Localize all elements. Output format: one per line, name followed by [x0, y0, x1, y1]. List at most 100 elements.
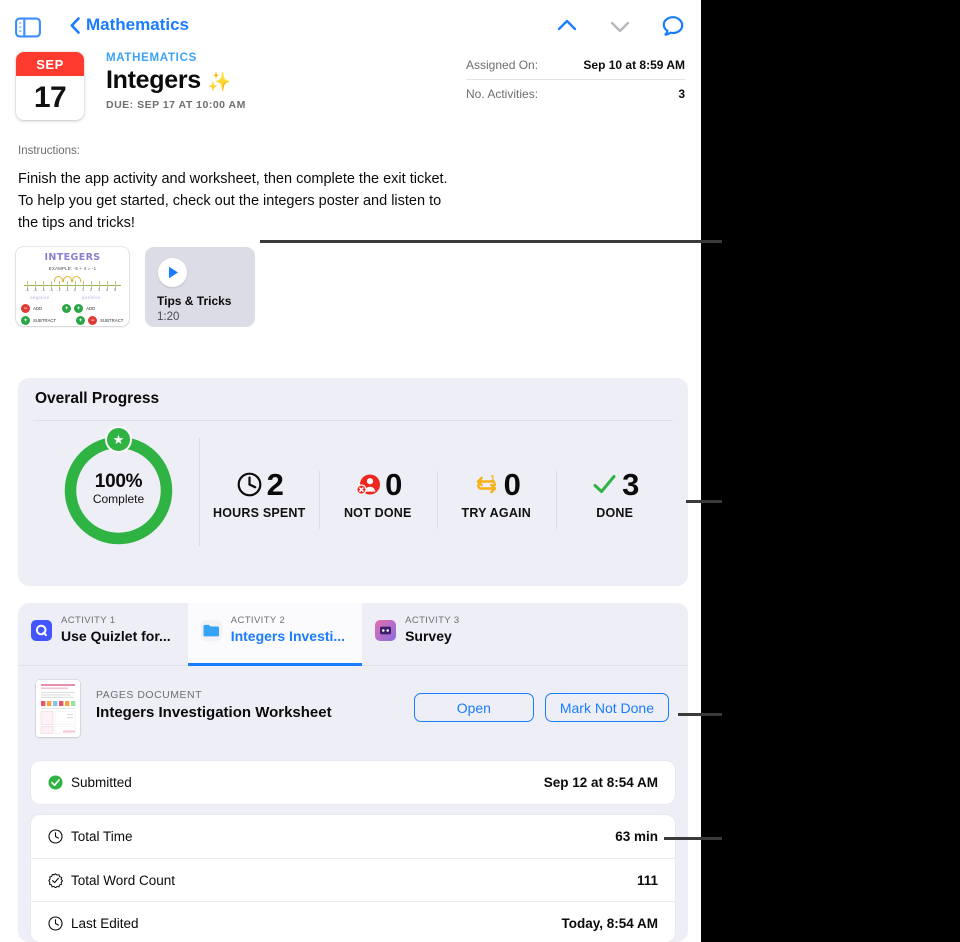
- minus-pill-icon: −: [88, 316, 98, 325]
- detail-label: Total Time: [71, 829, 133, 844]
- due-day: 17: [33, 81, 67, 114]
- tab-title: Survey: [405, 628, 452, 644]
- info-value: 3: [678, 87, 685, 101]
- plus-pill-icon: +: [62, 304, 72, 313]
- document-actions: Open Mark Not Done: [413, 693, 669, 722]
- detail-left: Total Word Count: [48, 873, 175, 888]
- due-date-badge: SEP 17: [16, 52, 84, 120]
- info-row-no-activities: No. Activities: 3: [466, 79, 685, 108]
- sparkles-icon: ✨: [207, 72, 232, 93]
- info-key: Assigned On:: [466, 57, 539, 72]
- tab-activity-1[interactable]: ACTIVITY 1 Use Quizlet for...: [18, 603, 188, 666]
- tick-label: 2: [90, 288, 92, 292]
- tick-label: -6: [25, 288, 29, 292]
- detail-label: Total Word Count: [71, 872, 176, 888]
- pages-document-icon: [200, 620, 222, 641]
- detail-row-total-time: Total Time 63 min: [31, 815, 675, 858]
- poster-left-caption: negative: [30, 295, 50, 300]
- word-count-icon: [48, 872, 63, 888]
- progress-complete-label: Complete: [92, 492, 145, 506]
- activities-card: ACTIVITY 1 Use Quizlet for... ACTIVITY 2…: [18, 603, 688, 942]
- instructions-text: Finish the app activity and worksheet, t…: [18, 171, 448, 232]
- tick-label: -4: [41, 288, 45, 292]
- progress-stats: 2 HOURS SPENT 0 NOT DONE 1 0 TRY AGAIN 3…: [200, 433, 674, 551]
- tick-label: 3: [98, 288, 100, 292]
- info-value: Sep 10 at 8:59 AM: [583, 57, 685, 72]
- person-x-icon: [356, 474, 381, 495]
- attachment-tips-and-tricks-video[interactable]: Tips & Tricks 1:20: [145, 247, 255, 327]
- stat-label: HOURS SPENT: [213, 505, 306, 520]
- tick-label: 5: [114, 288, 116, 292]
- plus-pill-icon: +: [21, 316, 30, 325]
- document-thumbnail[interactable]: [36, 680, 80, 737]
- overall-progress-card: Overall Progress 100% Complete ★ 2 HOURS…: [18, 378, 688, 586]
- detail-value: 111: [636, 872, 658, 888]
- tab-activity-2[interactable]: ACTIVITY 2 Integers Investi...: [187, 603, 363, 666]
- tab-activity-3[interactable]: ACTIVITY 3 Survey: [362, 603, 477, 666]
- submitted-left: Submitted: [48, 775, 132, 790]
- assignment-info-list: Assigned On: Sep 10 at 8:59 AM No. Activ…: [466, 50, 685, 108]
- stat-value: 3: [622, 466, 639, 502]
- due-text: DUE: SEP 17 AT 10:00 AM: [106, 99, 246, 111]
- toolbar-actions: [554, 13, 701, 39]
- chevron-up-icon[interactable]: [554, 13, 580, 39]
- clock-icon: [48, 915, 63, 931]
- check-circle-icon: [48, 775, 63, 790]
- poster-title: INTEGERS: [44, 252, 101, 263]
- poster-rule-row: − ADD + + ADD: [21, 304, 124, 313]
- stat-value: 2: [266, 466, 284, 502]
- stat-value: 0: [503, 466, 521, 502]
- document-kind: PAGES DOCUMENT: [96, 689, 202, 701]
- sidebar-toggle-icon[interactable]: [15, 17, 41, 38]
- detail-left: Total Time: [48, 829, 133, 844]
- progress-percent: 100%: [94, 471, 143, 492]
- clock-icon: [237, 472, 262, 497]
- instructions-label: Instructions:: [18, 145, 80, 157]
- poster-rule-row: + SUBTRACT + − SUBTRACT: [21, 316, 124, 325]
- divider: [33, 420, 673, 421]
- tab-title: Integers Investi...: [230, 628, 346, 644]
- detail-value: Today, 8:54 AM: [561, 915, 658, 931]
- back-button[interactable]: Mathematics: [70, 15, 189, 35]
- attachment-integers-poster[interactable]: INTEGERS EXAMPLE: -5 + 4 = -1 -6 -5 -4 -…: [16, 247, 129, 326]
- tick-label: -2: [57, 288, 61, 292]
- tick-label: -1: [65, 288, 69, 292]
- mark-not-done-button[interactable]: Mark Not Done: [544, 693, 669, 722]
- poster-rule-word: ADD: [33, 306, 43, 311]
- stat-hours-spent: 2 HOURS SPENT: [200, 465, 319, 520]
- detail-row-total-word-count: Total Word Count 111: [31, 858, 675, 901]
- back-button-label: Mathematics: [86, 15, 189, 34]
- submitted-label: Submitted: [71, 775, 132, 790]
- detail-value: 63 min: [615, 829, 658, 844]
- document-name: Integers Investigation Worksheet: [96, 704, 332, 721]
- progress-ring: 100% Complete ★: [61, 426, 176, 548]
- video-title: Tips & Tricks: [157, 294, 232, 308]
- minus-pill-icon: −: [21, 304, 30, 313]
- progress-ring-text: 100% Complete: [61, 471, 176, 506]
- play-icon[interactable]: [158, 258, 187, 287]
- detail-row-last-edited: Last Edited Today, 8:54 AM: [31, 901, 675, 942]
- stat-label: TRY AGAIN: [461, 505, 531, 520]
- activity-details-card: Total Time 63 min Total Word Count 111 L…: [31, 815, 675, 942]
- assignment-detail-page: Mathematics SEP 17 MATHEMATICS Integers …: [0, 0, 701, 942]
- tick-label: -5: [33, 288, 37, 292]
- document-meta: PAGES DOCUMENT Integers Investigation Wo…: [96, 689, 332, 721]
- detail-left: Last Edited: [48, 916, 139, 931]
- overall-progress-title: Overall Progress: [35, 390, 160, 407]
- detail-label: Last Edited: [71, 915, 139, 931]
- poster-subtitle: EXAMPLE: -5 + 4 = -1: [48, 266, 97, 271]
- plus-pill-icon: +: [76, 316, 86, 325]
- submitted-row: Submitted Sep 12 at 8:54 AM: [31, 761, 675, 804]
- tab-subtitle: ACTIVITY 1: [61, 615, 116, 626]
- tab-subtitle: ACTIVITY 2: [230, 615, 286, 626]
- course-label: MATHEMATICS: [106, 52, 197, 64]
- attachment-list: INTEGERS EXAMPLE: -5 + 4 = -1 -6 -5 -4 -…: [16, 247, 255, 327]
- quizlet-app-icon: [31, 620, 52, 641]
- comment-bubble-icon[interactable]: [660, 13, 686, 39]
- open-button[interactable]: Open: [413, 693, 534, 722]
- callout-line-progress: [686, 500, 722, 503]
- page-title: Integers: [106, 66, 201, 94]
- clock-icon: [48, 829, 63, 844]
- screenshot-root: Mathematics SEP 17 MATHEMATICS Integers …: [0, 0, 960, 942]
- chevron-down-icon[interactable]: [607, 13, 633, 39]
